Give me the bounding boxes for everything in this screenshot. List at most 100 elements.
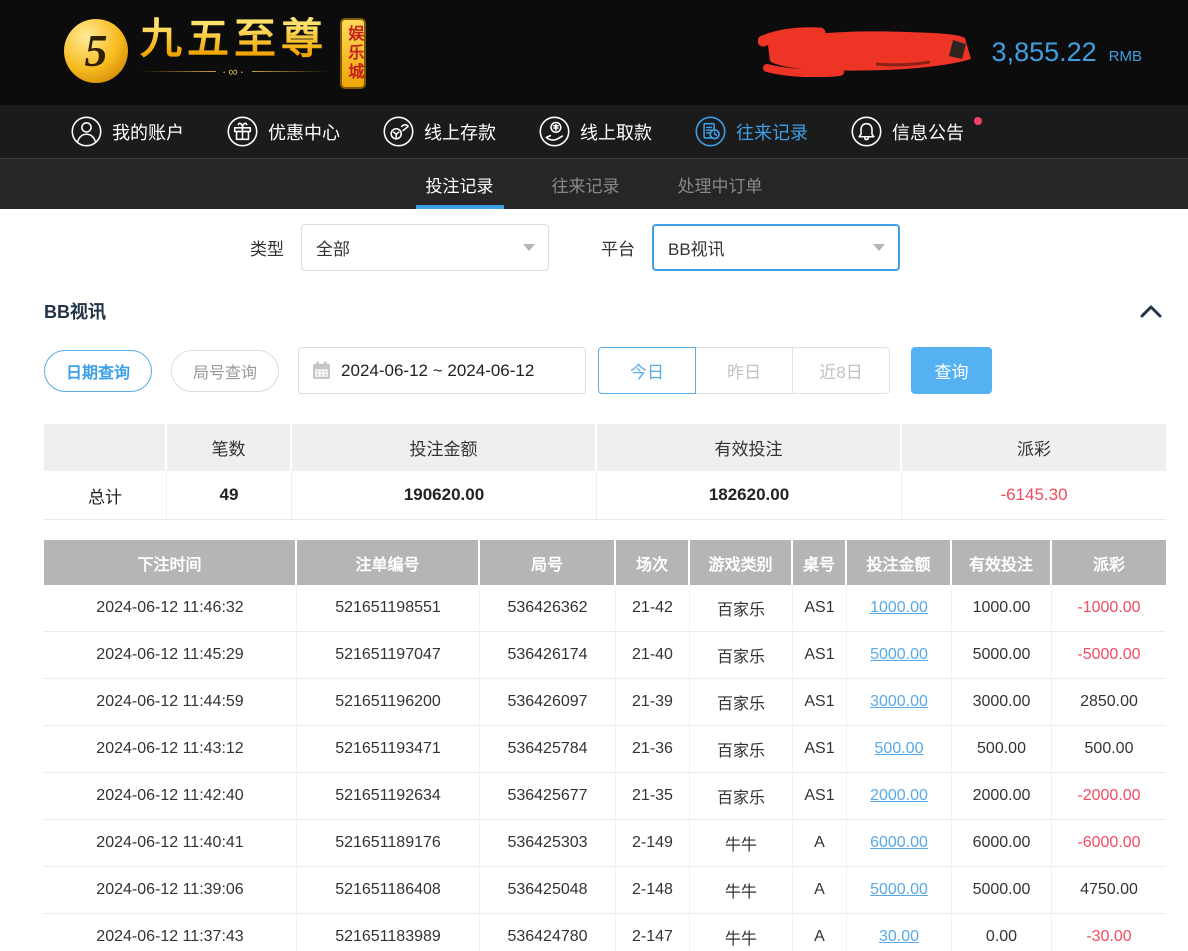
table-cell: 2000.00 bbox=[952, 773, 1052, 819]
date-query-button[interactable]: 日期查询 bbox=[44, 350, 152, 392]
type-filter-label: 类型 bbox=[250, 235, 284, 260]
tab-0[interactable]: 投注记录 bbox=[424, 159, 496, 209]
nav-item-deposit[interactable]: 线上存款 bbox=[382, 115, 496, 148]
bet-amount-link[interactable]: 5000.00 bbox=[847, 867, 952, 913]
round-query-button[interactable]: 局号查询 bbox=[171, 350, 279, 392]
table-cell: 2024-06-12 11:44:59 bbox=[44, 679, 297, 725]
table-cell: 2024-06-12 11:45:29 bbox=[44, 632, 297, 678]
records-icon bbox=[694, 115, 727, 148]
platform-select[interactable]: BB视讯 bbox=[652, 224, 900, 271]
chevron-up-icon bbox=[1140, 304, 1162, 318]
table-cell: A bbox=[793, 914, 847, 951]
table-header-cell: 场次 bbox=[616, 540, 690, 585]
bet-amount-link[interactable]: 5000.00 bbox=[847, 632, 952, 678]
table-cell: 百家乐 bbox=[690, 773, 793, 819]
collapse-section-button[interactable] bbox=[1140, 304, 1162, 318]
summary-header-cell bbox=[44, 424, 167, 471]
summary-total-label: 总计 bbox=[44, 471, 167, 519]
payout-cell: 2850.00 bbox=[1052, 679, 1166, 725]
table-cell: 5000.00 bbox=[952, 867, 1052, 913]
nav-item-withdraw[interactable]: 线上取款 bbox=[538, 115, 652, 148]
platform-section-header: BB视讯 bbox=[44, 298, 1162, 324]
date-range-value: 2024-06-12 ~ 2024-06-12 bbox=[341, 361, 534, 381]
table-cell: 2024-06-12 11:37:43 bbox=[44, 914, 297, 951]
table-cell: 牛牛 bbox=[690, 867, 793, 913]
table-cell: 536426362 bbox=[480, 585, 616, 631]
quick-date-group: 今日昨日近8日 bbox=[598, 347, 890, 394]
redacted-username-scribble bbox=[758, 23, 980, 82]
date-range-input[interactable]: 2024-06-12 ~ 2024-06-12 bbox=[298, 347, 586, 394]
summary-header-row: 笔数投注金额有效投注派彩 bbox=[44, 424, 1166, 471]
user-icon bbox=[70, 115, 103, 148]
bet-amount-link[interactable]: 30.00 bbox=[847, 914, 952, 951]
balance-amount: 3,855.22 bbox=[992, 37, 1097, 68]
quick-date-button-0[interactable]: 今日 bbox=[598, 347, 696, 394]
summary-total-row: 总计 49 190620.00 182620.00 -6145.30 bbox=[44, 471, 1166, 520]
table-cell: 21-40 bbox=[616, 632, 690, 678]
table-cell: 521651197047 bbox=[297, 632, 480, 678]
nav-item-label: 信息公告 bbox=[892, 119, 964, 145]
table-cell: A bbox=[793, 820, 847, 866]
table-cell: 521651192634 bbox=[297, 773, 480, 819]
nav-item-bell[interactable]: 信息公告 bbox=[850, 115, 982, 148]
table-cell: 536425784 bbox=[480, 726, 616, 772]
table-header-cell: 桌号 bbox=[793, 540, 847, 585]
table-cell: 521651183989 bbox=[297, 914, 480, 951]
table-cell: AS1 bbox=[793, 585, 847, 631]
summary-count: 49 bbox=[167, 471, 292, 519]
balance-currency: RMB bbox=[1109, 40, 1142, 65]
nav-item-user[interactable]: 我的账户 bbox=[70, 115, 184, 148]
tab-2[interactable]: 处理中订单 bbox=[676, 159, 765, 209]
table-cell: AS1 bbox=[793, 773, 847, 819]
table-header-cell: 有效投注 bbox=[952, 540, 1052, 585]
calendar-icon bbox=[312, 361, 331, 380]
filter-row: 类型 全部 平台 BB视讯 bbox=[250, 224, 1188, 271]
table-cell: 536424780 bbox=[480, 914, 616, 951]
table-cell: 521651186408 bbox=[297, 867, 480, 913]
bet-amount-link[interactable]: 1000.00 bbox=[847, 585, 952, 631]
table-row: 2024-06-12 11:44:59521651196200536426097… bbox=[44, 679, 1166, 726]
table-header-cell: 下注时间 bbox=[44, 540, 297, 585]
tab-1[interactable]: 往来记录 bbox=[550, 159, 622, 209]
table-cell: 521651189176 bbox=[297, 820, 480, 866]
bell-icon bbox=[850, 115, 883, 148]
query-row: 日期查询 局号查询 2024-06-12 ~ 2024-06-12 今日昨日近8… bbox=[44, 347, 1166, 394]
summary-header-cell: 派彩 bbox=[902, 424, 1166, 471]
table-cell: 2-148 bbox=[616, 867, 690, 913]
summary-table: 笔数投注金额有效投注派彩 总计 49 190620.00 182620.00 -… bbox=[44, 424, 1166, 520]
type-select[interactable]: 全部 bbox=[301, 224, 549, 271]
bet-amount-link[interactable]: 2000.00 bbox=[847, 773, 952, 819]
table-cell: 521651198551 bbox=[297, 585, 480, 631]
nav-item-records[interactable]: 往来记录 bbox=[694, 115, 808, 148]
summary-header-cell: 投注金额 bbox=[292, 424, 597, 471]
bet-table-body: 2024-06-12 11:46:32521651198551536426362… bbox=[44, 585, 1166, 951]
table-cell: 521651193471 bbox=[297, 726, 480, 772]
bet-amount-link[interactable]: 3000.00 bbox=[847, 679, 952, 725]
table-cell: 5000.00 bbox=[952, 632, 1052, 678]
nav-item-gift[interactable]: 优惠中心 bbox=[226, 115, 340, 148]
table-row: 2024-06-12 11:39:06521651186408536425048… bbox=[44, 867, 1166, 914]
bet-amount-link[interactable]: 6000.00 bbox=[847, 820, 952, 866]
record-tabbar: 投注记录 往来记录 处理中订单 bbox=[0, 159, 1188, 209]
table-cell: A bbox=[793, 867, 847, 913]
table-cell: 536426174 bbox=[480, 632, 616, 678]
type-select-value: 全部 bbox=[316, 235, 350, 260]
bet-amount-link[interactable]: 500.00 bbox=[847, 726, 952, 772]
table-cell: 21-42 bbox=[616, 585, 690, 631]
summary-bet-amount: 190620.00 bbox=[292, 471, 597, 519]
quick-date-button-1[interactable]: 昨日 bbox=[695, 347, 793, 394]
table-cell: 2024-06-12 11:40:41 bbox=[44, 820, 297, 866]
quick-date-button-2[interactable]: 近8日 bbox=[792, 347, 890, 394]
table-cell: 2024-06-12 11:43:12 bbox=[44, 726, 297, 772]
table-cell: 牛牛 bbox=[690, 820, 793, 866]
logo-badge: 娱乐城 bbox=[340, 18, 366, 89]
table-cell: 6000.00 bbox=[952, 820, 1052, 866]
payout-cell: -1000.00 bbox=[1052, 585, 1166, 631]
table-header-cell: 局号 bbox=[480, 540, 616, 585]
table-cell: AS1 bbox=[793, 632, 847, 678]
logo[interactable]: 5 九五至尊 ·∞· 娱乐城 bbox=[64, 17, 403, 89]
search-button[interactable]: 查询 bbox=[911, 347, 992, 394]
nav-item-label: 优惠中心 bbox=[268, 119, 340, 145]
table-cell: AS1 bbox=[793, 726, 847, 772]
payout-cell: -5000.00 bbox=[1052, 632, 1166, 678]
